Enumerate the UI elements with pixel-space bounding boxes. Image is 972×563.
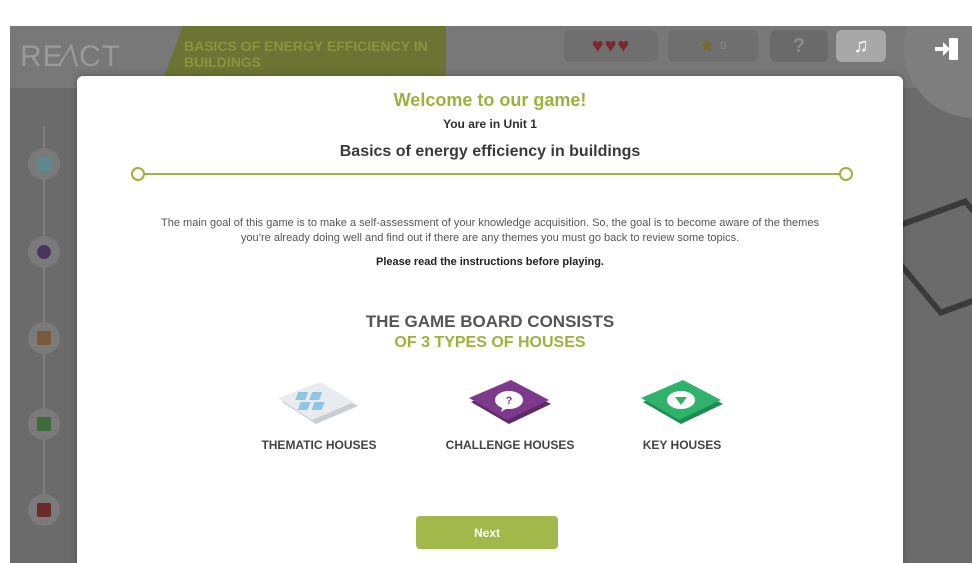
- side-node-energy[interactable]: [28, 236, 60, 268]
- lightning-icon: [37, 245, 51, 259]
- board-title-line-2: OF 3 TYPES OF HOUSES: [394, 334, 586, 351]
- side-node-bricks[interactable]: [28, 408, 60, 440]
- unit-tab-label: BASICS OF ENERGY EFFICIENCY IN BUILDINGS: [184, 38, 428, 70]
- react-logo: RE⁄\CT: [20, 40, 122, 73]
- stars-count: 0: [720, 40, 727, 52]
- divider-end-dot: [839, 167, 853, 181]
- unit-name: Basics of energy efficiency in buildings: [339, 143, 641, 160]
- challenge-house-card: ? CHALLENGE HOUSES: [410, 376, 610, 452]
- unit-number: You are in Unit 1: [443, 117, 537, 131]
- divider-line: [139, 173, 849, 175]
- welcome-modal: Welcome to our game! You are in Unit 1 B…: [77, 76, 903, 563]
- music-toggle-button[interactable]: ♫: [836, 30, 886, 62]
- music-note-icon: ♫: [853, 34, 869, 57]
- bricks-icon: [37, 417, 51, 431]
- read-instructions-note: Please read the instructions before play…: [375, 256, 604, 268]
- progress-path-line: [43, 126, 45, 506]
- thematic-house-card: THEMATIC HOUSES: [219, 376, 419, 452]
- intro-paragraph: The main goal of this game is to make a …: [161, 217, 819, 244]
- side-node-thematic[interactable]: [28, 148, 60, 180]
- grid-icon: [37, 157, 51, 171]
- key-house-card: KEY HOUSES: [582, 376, 782, 452]
- star-icon: ★: [699, 38, 715, 55]
- lives-hearts-icon: ♥♥♥: [564, 30, 658, 62]
- board-title-line-1: THE GAME BOARD CONSISTS: [365, 312, 615, 331]
- key-house-icon: [641, 380, 723, 424]
- challenge-house-icon: ?: [469, 380, 551, 424]
- svg-text:?: ?: [506, 395, 513, 407]
- exit-door-icon[interactable]: [932, 34, 962, 64]
- thematic-houses-label: THEMATIC HOUSES: [261, 438, 377, 452]
- side-node-house[interactable]: [28, 494, 60, 526]
- challenge-houses-label: CHALLENGE HOUSES: [445, 438, 575, 452]
- welcome-title: Welcome to our game!: [393, 90, 587, 110]
- help-button[interactable]: ?: [770, 30, 828, 62]
- side-node-building[interactable]: [28, 322, 60, 354]
- divider-start-dot: [131, 167, 145, 181]
- thematic-house-icon: [278, 382, 358, 424]
- stars-counter: ★ 0: [668, 30, 758, 62]
- house-icon: [37, 503, 51, 517]
- key-houses-label: KEY HOUSES: [642, 438, 722, 452]
- building-icon: [37, 331, 51, 345]
- next-button[interactable]: Next: [416, 516, 558, 549]
